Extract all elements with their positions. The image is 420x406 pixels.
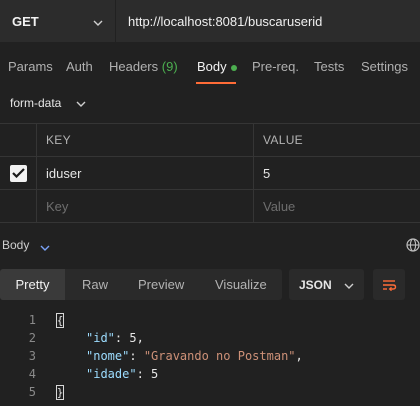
line-number: 2 <box>28 331 36 345</box>
request-tabs: Params Auth Headers (9) Body Pre-req. Te… <box>0 52 420 84</box>
chevron-down-icon <box>344 278 354 292</box>
json-key-nome: "nome" <box>86 349 130 363</box>
value-input[interactable]: Value <box>254 190 420 222</box>
body-type-label: form-data <box>10 96 62 110</box>
response-header: Body <box>0 234 420 256</box>
tab-params[interactable]: Params <box>8 59 53 74</box>
tab-auth[interactable]: Auth <box>66 59 93 74</box>
method-label: GET <box>12 13 39 29</box>
json-key-id: "id" <box>86 331 115 345</box>
format-select[interactable]: JSON <box>289 269 364 300</box>
value-value: 5 <box>263 165 271 181</box>
code-line-4: 4 "idade": 5 <box>0 365 420 383</box>
header-check-cell <box>0 124 37 156</box>
open-brace: { <box>56 312 64 328</box>
body-indicator-dot <box>230 64 237 71</box>
wrap-lines-button[interactable] <box>373 269 405 300</box>
value-cell[interactable]: 5 <box>254 157 420 189</box>
table-header-row: KEY VALUE <box>0 124 420 157</box>
tab-headers[interactable]: Headers (9) <box>109 59 178 74</box>
line-number: 5 <box>28 385 36 399</box>
key-input[interactable]: Key <box>37 190 254 222</box>
line-number: 1 <box>28 313 36 327</box>
body-type-select[interactable]: form-data <box>0 88 100 118</box>
table-row: iduser 5 <box>0 157 420 190</box>
view-tab-preview[interactable]: Preview <box>138 269 184 300</box>
active-tab-underline <box>196 82 236 84</box>
json-value-idade: 5 <box>151 367 159 381</box>
tab-settings[interactable]: Settings <box>361 59 408 74</box>
line-number: 4 <box>28 367 36 381</box>
value-placeholder: Value <box>263 198 296 214</box>
checkmark-icon <box>11 168 25 178</box>
chevron-down-icon[interactable] <box>40 239 50 254</box>
tab-prereq[interactable]: Pre-req. <box>252 59 299 74</box>
key-placeholder: Key <box>46 198 69 214</box>
row-checkbox[interactable] <box>9 164 27 182</box>
url-input[interactable] <box>116 0 420 42</box>
wrap-lines-icon <box>383 279 397 291</box>
code-line-5: 5 } <box>0 383 420 401</box>
tab-tests[interactable]: Tests <box>314 59 344 74</box>
value-column-header: VALUE <box>263 133 303 147</box>
empty-check-cell <box>0 190 37 222</box>
tab-headers-label: Headers <box>109 59 159 74</box>
view-tab-raw[interactable]: Raw <box>82 269 108 300</box>
url-bar: GET <box>0 0 420 42</box>
method-select[interactable]: GET <box>0 0 116 42</box>
response-code-view[interactable]: 1 { 2 "id": 5, 3 "nome": "Gravando no Po… <box>0 311 420 401</box>
key-cell[interactable]: iduser <box>37 157 254 189</box>
response-body-label[interactable]: Body <box>2 238 29 252</box>
format-label: JSON <box>299 277 332 292</box>
key-column-header: KEY <box>46 133 71 147</box>
view-tab-pretty[interactable]: Pretty <box>0 269 65 300</box>
chevron-down-icon <box>93 14 103 29</box>
tab-body[interactable]: Body <box>197 59 237 74</box>
chevron-down-icon <box>76 96 86 110</box>
json-value-nome: "Gravando no Postman" <box>143 349 296 363</box>
globe-icon[interactable] <box>406 238 420 255</box>
code-line-1: 1 { <box>0 311 420 329</box>
view-tab-visualize[interactable]: Visualize <box>215 269 267 300</box>
close-brace: } <box>56 384 64 400</box>
response-view-tabs: Pretty Raw Preview Visualize <box>0 269 282 300</box>
tab-body-label: Body <box>197 59 227 74</box>
json-value-id: 5 <box>129 331 137 345</box>
code-line-3: 3 "nome": "Gravando no Postman", <box>0 347 420 365</box>
json-key-idade: "idade" <box>86 367 137 381</box>
key-value: iduser <box>46 165 82 181</box>
form-data-table: KEY VALUE iduser 5 Key Value <box>0 123 420 223</box>
line-number: 3 <box>28 349 36 363</box>
table-row-empty: Key Value <box>0 190 420 223</box>
code-line-2: 2 "id": 5, <box>0 329 420 347</box>
headers-count-badge: (9) <box>161 59 178 74</box>
